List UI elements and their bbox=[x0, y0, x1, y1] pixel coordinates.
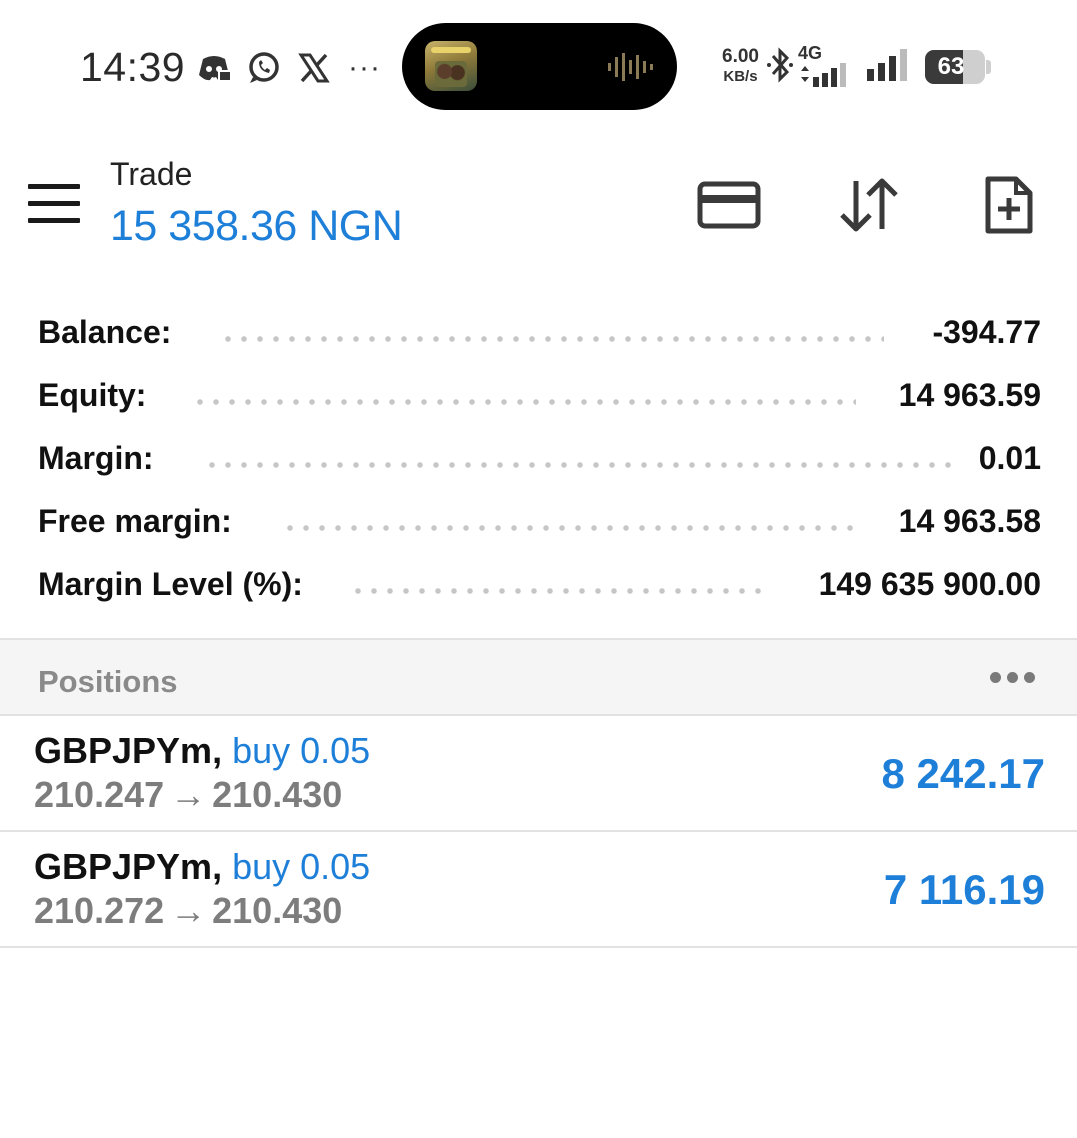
summary-label: Balance: bbox=[38, 314, 172, 350]
position-profit: 8 242.17 bbox=[881, 750, 1046, 797]
status-time: 14:39 bbox=[80, 44, 186, 90]
position-profit: 7 116.19 bbox=[883, 866, 1045, 913]
x-icon bbox=[296, 50, 332, 86]
audio-wave-icon bbox=[608, 53, 653, 81]
bluetooth-icon bbox=[765, 44, 795, 91]
position-type: buy 0.05 bbox=[232, 846, 371, 887]
menu-icon-bar bbox=[28, 218, 80, 223]
whatsapp-icon bbox=[246, 50, 282, 86]
position-prices: 210.272 → 210.430 bbox=[34, 890, 342, 932]
card-icon bbox=[697, 181, 761, 229]
discord-icon bbox=[196, 50, 232, 86]
arrow-right-icon: → bbox=[170, 890, 207, 931]
summary-label: Margin Level (%): bbox=[38, 566, 303, 602]
menu-icon-bar bbox=[28, 201, 80, 206]
signal-4g-icon: 4G bbox=[797, 43, 855, 89]
account-balance-header: 15 358.36 NGN bbox=[110, 202, 403, 250]
summary-value: 14 963.59 bbox=[898, 377, 1041, 413]
position-row[interactable]: GBPJPYm, buy 0.05 210.247 → 210.430 8 242.… bbox=[0, 716, 1077, 832]
network-speed: 6.00 KB/s bbox=[722, 46, 759, 86]
menu-button[interactable] bbox=[28, 184, 80, 224]
signal-icon bbox=[866, 48, 911, 86]
dotted-leader bbox=[192, 399, 856, 405]
page-title: Trade bbox=[110, 156, 193, 192]
summary-row-margin-level: Margin Level (%): 149 635 900.00 bbox=[0, 552, 1077, 615]
current-price: 210.430 bbox=[212, 890, 343, 931]
app-header: Trade 15 358.36 NGN bbox=[0, 140, 1077, 270]
summary-row-balance: Balance: -394.77 bbox=[0, 300, 1077, 363]
battery-tip bbox=[985, 60, 991, 74]
current-price: 210.430 bbox=[212, 774, 343, 815]
album-art bbox=[425, 41, 477, 91]
summary-label: Margin: bbox=[38, 440, 154, 476]
position-row[interactable]: GBPJPYm, buy 0.05 210.272 → 210.430 7 116.… bbox=[0, 832, 1077, 948]
more-options-icon[interactable] bbox=[990, 672, 1035, 683]
sort-button[interactable] bbox=[834, 170, 904, 240]
battery-level: 63 bbox=[937, 53, 965, 80]
positions-section-header: Positions bbox=[0, 638, 1077, 716]
arrow-right-icon: → bbox=[170, 774, 207, 815]
position-prices: 210.247 → 210.430 bbox=[34, 774, 342, 816]
status-bar: 14:39 ··· 6.00 KB/s 4G 63 bbox=[0, 0, 1077, 130]
position-type: buy 0.05 bbox=[232, 730, 371, 771]
summary-row-margin: Margin: 0.01 bbox=[0, 426, 1077, 489]
summary-value: 149 635 900.00 bbox=[818, 566, 1041, 602]
dotted-leader bbox=[282, 525, 858, 531]
new-document-icon bbox=[985, 176, 1033, 234]
dotted-leader bbox=[204, 462, 956, 468]
sort-arrows-icon bbox=[840, 178, 898, 232]
new-order-button[interactable] bbox=[974, 170, 1044, 240]
position-symbol: GBPJPYm, bbox=[34, 846, 223, 887]
open-price: 210.272 bbox=[34, 890, 165, 931]
open-price: 210.247 bbox=[34, 774, 165, 815]
menu-icon bbox=[28, 184, 80, 189]
notification-icons: ··· bbox=[196, 48, 381, 88]
network-type: 4G bbox=[797, 43, 822, 63]
summary-value: 0.01 bbox=[978, 440, 1041, 476]
dotted-leader bbox=[350, 588, 766, 594]
summary-label: Equity: bbox=[38, 377, 147, 413]
more-notifications-icon: ··· bbox=[348, 51, 381, 84]
position-title: GBPJPYm, buy 0.05 bbox=[34, 846, 370, 888]
deposit-button[interactable] bbox=[694, 170, 764, 240]
position-symbol: GBPJPYm, bbox=[34, 730, 223, 771]
battery-indicator: 63 bbox=[924, 50, 985, 84]
summary-row-equity: Equity: 14 963.59 bbox=[0, 363, 1077, 426]
summary-value: -394.77 bbox=[932, 314, 1041, 350]
summary-label: Free margin: bbox=[38, 503, 232, 539]
trade-screen: 14:39 ··· 6.00 KB/s 4G 63 Trade 15 358.3… bbox=[0, 0, 1077, 1138]
positions-title: Positions bbox=[38, 664, 178, 699]
system-status: 6.00 KB/s 4G 63 bbox=[722, 42, 991, 92]
account-summary: Balance: -394.77 Equity: 14 963.59 Margi… bbox=[0, 300, 1077, 615]
dynamic-island-media[interactable] bbox=[402, 23, 677, 110]
dotted-leader bbox=[220, 336, 884, 342]
position-title: GBPJPYm, buy 0.05 bbox=[34, 730, 370, 772]
summary-row-free-margin: Free margin: 14 963.58 bbox=[0, 489, 1077, 552]
summary-value: 14 963.58 bbox=[898, 503, 1041, 539]
